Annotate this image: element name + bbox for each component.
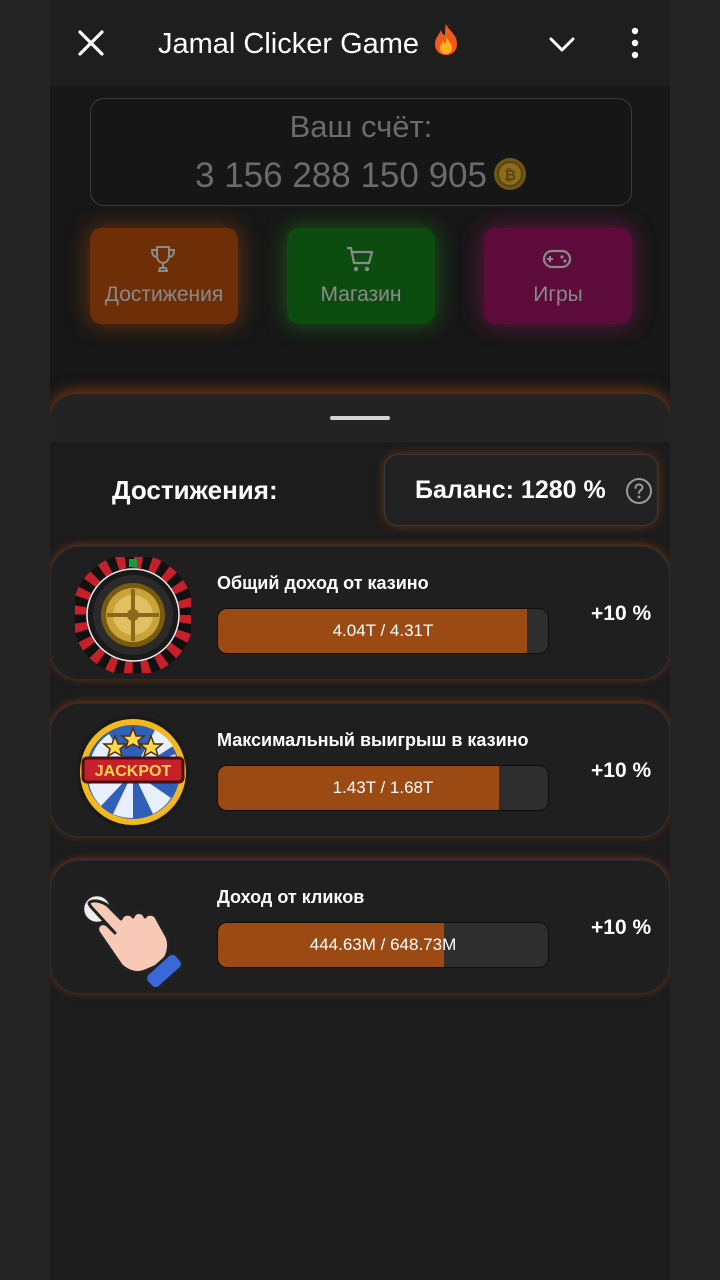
shop-button[interactable]: Магазин <box>287 228 435 324</box>
achievement-card-casino-income: Общий доход от казино 4.04T / 4.31T +10 … <box>50 546 670 680</box>
achievement-card-max-win: JACKPOT Максимальный выигрыш в казино 1.… <box>50 703 670 837</box>
cart-icon <box>347 246 374 272</box>
balance-box: Баланс: 1280 % <box>384 454 658 526</box>
svg-text:JACKPOT: JACKPOT <box>95 763 172 780</box>
score-value: 3 156 288 150 905 <box>195 156 487 195</box>
app-title: Jamal Clicker Game <box>158 22 461 66</box>
games-button-label: Игры <box>533 283 583 306</box>
balance-text: Баланс: 1280 % <box>415 476 606 504</box>
progress-text: 1.43T / 1.68T <box>332 778 434 797</box>
right-margin <box>670 0 720 1280</box>
dimmed-main-area: Ваш счёт: 3 156 288 150 905 ₿ Достижения <box>50 86 670 406</box>
achievement-card-click-income: Доход от кликов 444.63M / 648.73M +10 % <box>50 860 670 994</box>
achievements-button[interactable]: Достижения <box>90 228 238 324</box>
more-vertical-icon[interactable] <box>624 24 646 62</box>
achievement-name: Максимальный выигрыш в казино <box>217 730 529 750</box>
roulette-icon <box>75 557 191 673</box>
score-value-row: 3 156 288 150 905 ₿ <box>91 155 631 197</box>
coin-icon: ₿ <box>493 158 526 190</box>
progress-bar: 1.43T / 1.68T <box>217 765 549 811</box>
tap-hand-icon <box>81 893 184 987</box>
achievement-bonus: +10 % <box>591 916 652 939</box>
score-label: Ваш счёт: <box>289 109 433 144</box>
achievement-bonus: +10 % <box>591 759 652 782</box>
progress-bar: 4.04T / 4.31T <box>217 608 549 654</box>
achievement-name: Доход от кликов <box>217 887 365 907</box>
gamepad-icon <box>542 249 572 269</box>
fire-icon <box>431 22 461 69</box>
chevron-down-icon[interactable] <box>546 28 578 60</box>
close-icon[interactable] <box>76 26 106 60</box>
app-title-text: Jamal Clicker Game <box>158 28 420 61</box>
trophy-icon <box>150 246 176 272</box>
games-button[interactable]: Игры <box>484 228 632 324</box>
left-margin <box>0 0 50 1280</box>
progress-bar: 444.63M / 648.73M <box>217 922 549 968</box>
sheet-header <box>50 394 670 442</box>
help-icon[interactable] <box>625 477 653 505</box>
progress-text: 444.63M / 648.73M <box>309 935 457 954</box>
achievements-button-label: Достижения <box>104 283 224 306</box>
progress-text: 4.04T / 4.31T <box>332 621 434 640</box>
achievement-bonus: +10 % <box>591 602 652 625</box>
achievements-sheet: Достижения: Баланс: 1280 % Общий доход о… <box>50 394 670 1280</box>
score-panel: Ваш счёт: 3 156 288 150 905 ₿ <box>90 98 632 206</box>
shop-button-label: Магазин <box>320 283 402 306</box>
app-window: Jamal Clicker Game Ваш счёт: 3 156 288 1… <box>50 0 670 1280</box>
achievements-title: Достижения: <box>112 475 278 505</box>
achievement-name: Общий доход от казино <box>217 573 429 593</box>
app-header: Jamal Clicker Game <box>50 0 670 86</box>
jackpot-icon: JACKPOT <box>76 715 190 829</box>
drag-handle[interactable] <box>330 416 390 420</box>
svg-text:₿: ₿ <box>504 167 516 184</box>
